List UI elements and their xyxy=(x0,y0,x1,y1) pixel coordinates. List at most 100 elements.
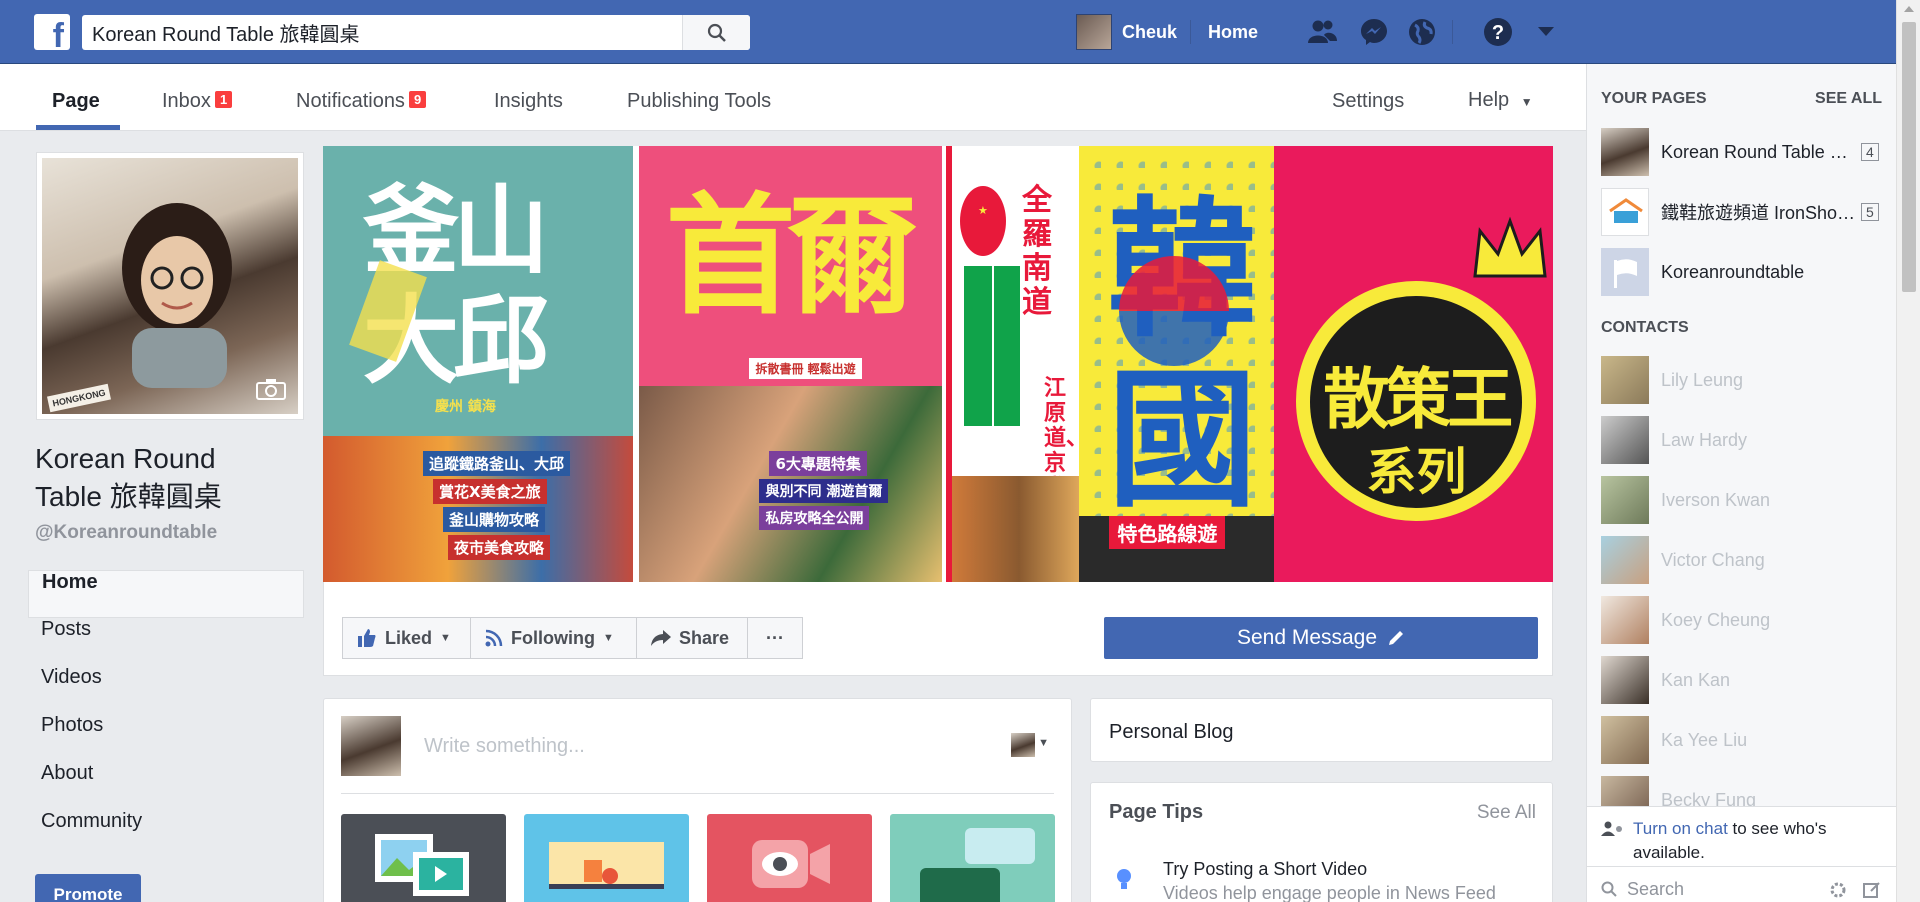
avatar xyxy=(1601,356,1649,404)
more-options-button[interactable]: ··· xyxy=(747,617,803,659)
promote-button[interactable]: Promote xyxy=(35,874,141,902)
taegeuk-symbol xyxy=(1119,256,1230,366)
tab-publishing-tools[interactable]: Publishing Tools xyxy=(627,90,771,113)
page-notification-count: 5 xyxy=(1861,203,1879,221)
nav-divider xyxy=(1190,20,1191,44)
page-item-ironshoes[interactable]: 鐵鞋旅遊頻道 IronSho… 5 xyxy=(1601,188,1891,236)
personal-blog-widget[interactable]: Personal Blog xyxy=(1090,698,1553,762)
cover-stripe xyxy=(963,266,992,426)
message-option[interactable] xyxy=(890,814,1055,902)
cover-panel-jeolla: 全羅南道 ★ 江原道、京畿道 xyxy=(945,146,1080,582)
see-all-pages-link[interactable]: SEE ALL xyxy=(1815,90,1882,108)
search-icon xyxy=(707,23,726,42)
active-tab-indicator xyxy=(36,125,120,130)
tab-page[interactable]: Page xyxy=(52,90,100,113)
contact-item[interactable]: Victor Chang xyxy=(1601,536,1891,584)
page-username[interactable]: @Koreanroundtable xyxy=(35,522,217,544)
contact-item[interactable]: Iverson Kwan xyxy=(1601,476,1891,524)
compose-icon[interactable] xyxy=(1863,881,1881,899)
gear-icon[interactable] xyxy=(1829,881,1847,899)
profile-photo: HONGKONG xyxy=(42,158,298,414)
send-message-button[interactable]: Send Message xyxy=(1104,617,1538,659)
turn-on-chat-link[interactable]: Turn on chat xyxy=(1633,819,1728,838)
search-button[interactable] xyxy=(682,15,750,50)
tab-label: Settings xyxy=(1332,90,1405,112)
profile-link[interactable]: Cheuk xyxy=(1076,14,1177,50)
following-button[interactable]: Following ▼ xyxy=(470,617,637,659)
cover-panel-title: 首爾 xyxy=(665,180,917,332)
chevron-down-icon[interactable]: ▼ xyxy=(1038,737,1049,749)
contact-item[interactable]: Ka Yee Liu xyxy=(1601,716,1891,764)
tab-inbox[interactable]: Inbox 1 xyxy=(162,90,233,113)
cover-line: 拆散書冊 輕鬆出遊 xyxy=(749,358,862,379)
page-title[interactable]: Korean Round Table 旅韓圓桌 xyxy=(35,440,275,516)
contact-name: Iverson Kwan xyxy=(1661,489,1771,510)
see-all-link[interactable]: See All xyxy=(1477,802,1536,824)
avatar xyxy=(1601,656,1649,704)
photo-video-option[interactable] xyxy=(341,814,506,902)
flag-icon xyxy=(1614,259,1637,288)
tab-label: Insights xyxy=(494,90,563,112)
search-input[interactable] xyxy=(82,15,682,50)
nav-photos[interactable]: Photos xyxy=(28,714,304,762)
nav-community[interactable]: Community xyxy=(28,810,304,858)
cover-line: 特色路線遊 xyxy=(1109,516,1226,549)
inbox-count-badge: 1 xyxy=(214,91,233,108)
nav-about[interactable]: About xyxy=(28,762,304,810)
page-scrollbar[interactable] xyxy=(1896,0,1920,902)
page-thumbnail xyxy=(1601,188,1649,236)
share-arrow-icon xyxy=(651,630,671,646)
avatar xyxy=(1076,14,1112,50)
composer-input[interactable]: Write something... xyxy=(424,735,585,758)
scroll-up-arrow-icon[interactable] xyxy=(1904,6,1914,12)
nav-posts[interactable]: Posts xyxy=(28,618,304,666)
scrollbar-thumb[interactable] xyxy=(1902,22,1916,292)
notifications-globe-icon[interactable] xyxy=(1406,16,1438,48)
tab-notifications[interactable]: Notifications 9 xyxy=(296,90,427,113)
liked-button[interactable]: Liked ▼ xyxy=(342,617,471,659)
chat-bubbles-icon xyxy=(920,828,1035,902)
home-link[interactable]: Home xyxy=(1208,22,1258,43)
search-placeholder: Search xyxy=(1627,879,1685,899)
facebook-logo-icon[interactable]: f xyxy=(34,14,70,50)
camera-icon[interactable] xyxy=(256,378,286,400)
rss-follow-icon xyxy=(485,629,503,647)
offer-event-option[interactable] xyxy=(524,814,689,902)
pencil-icon xyxy=(1389,631,1404,645)
messenger-icon[interactable] xyxy=(1358,16,1390,48)
tab-settings[interactable]: Settings xyxy=(1332,90,1404,113)
nav-divider xyxy=(1452,20,1453,44)
help-dropdown-icon: ▼ xyxy=(1520,95,1533,109)
contact-item[interactable]: Lily Leung xyxy=(1601,356,1891,404)
tab-help[interactable]: Help ▼ xyxy=(1468,89,1533,112)
left-navigation: Home Posts Videos Photos About Community xyxy=(28,570,304,858)
cover-line: 6大專題特集 xyxy=(769,451,867,476)
like-thumb-icon xyxy=(358,629,376,647)
button-label: Following xyxy=(511,627,595,648)
tab-label: Page xyxy=(52,90,100,112)
page-item-korean-round-table[interactable]: Korean Round Table … 4 xyxy=(1601,128,1891,176)
share-button[interactable]: Share xyxy=(636,617,748,659)
contact-item[interactable]: Koey Cheung xyxy=(1601,596,1891,644)
contact-item[interactable]: Law Hardy xyxy=(1601,416,1891,464)
live-video-option[interactable] xyxy=(707,814,872,902)
contact-item[interactable]: Kan Kan xyxy=(1601,656,1891,704)
profile-picture[interactable]: HONGKONG xyxy=(36,152,304,420)
cover-line: 夜市美食攻略 xyxy=(448,535,551,560)
chat-status-notice: Turn on chat to see who's available. xyxy=(1587,806,1897,866)
button-label: Send Message xyxy=(1236,626,1378,649)
help-icon[interactable]: ? xyxy=(1482,16,1514,48)
tab-insights[interactable]: Insights xyxy=(494,90,563,113)
search-icon xyxy=(1601,881,1617,897)
nav-videos[interactable]: Videos xyxy=(28,666,304,714)
cover-panel-sub: 系列 xyxy=(1366,443,1467,501)
cover-photo[interactable]: 釜山大邱 慶州 鎮海 追蹤鐵路釜山、大邱 賞花X美食之旅 釜山購物攻略 夜市美食… xyxy=(323,146,1554,582)
nav-home[interactable]: Home xyxy=(28,570,304,618)
friend-requests-icon[interactable] xyxy=(1306,16,1338,48)
post-as-avatar[interactable] xyxy=(1011,733,1035,757)
page-item-koreanroundtable[interactable]: Koreanroundtable xyxy=(1601,248,1891,296)
account-menu-chevron-icon[interactable] xyxy=(1530,16,1562,48)
cover-panel-seoul: 首爾 拆散書冊 輕鬆出遊 6大專題特集 與別不同 潮遊首爾 私房攻略全公開 xyxy=(639,146,942,582)
chat-search-input[interactable]: Search xyxy=(1587,866,1897,902)
tip-title[interactable]: Try Posting a Short Video xyxy=(1163,859,1367,880)
